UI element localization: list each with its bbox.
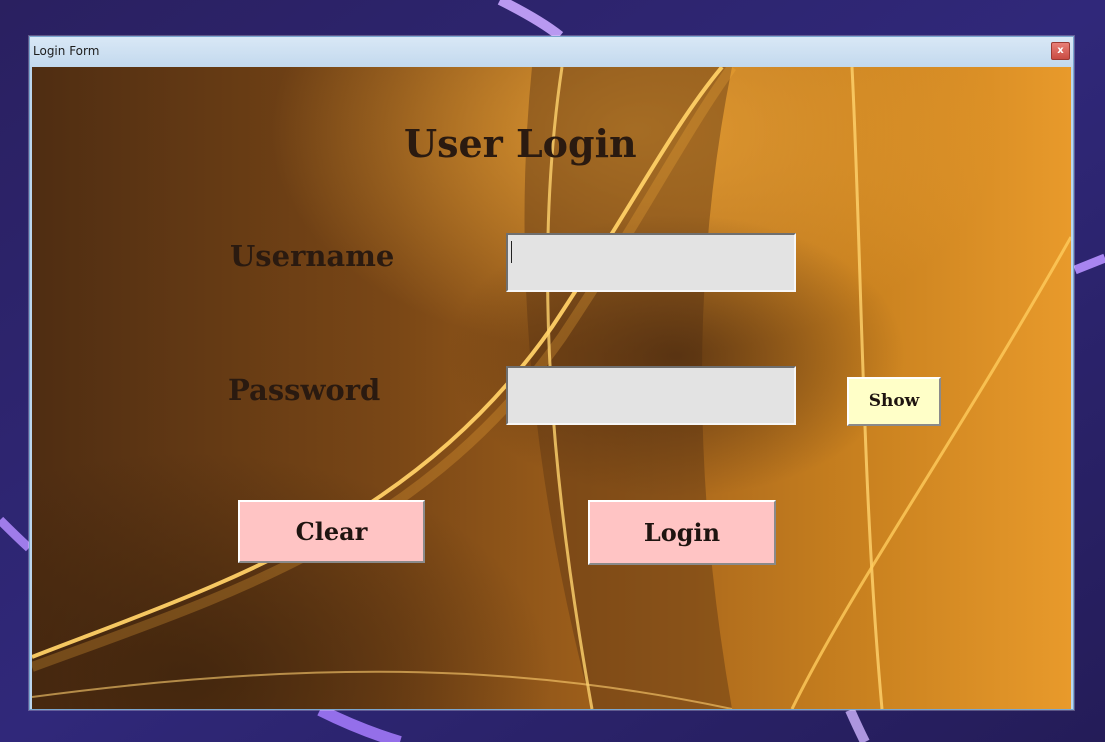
login-form-window: Login Form x User Login Username Passwor…: [29, 36, 1074, 710]
title-bar[interactable]: Login Form x: [30, 37, 1073, 67]
form-client-area: User Login Username Password Show Clear …: [32, 67, 1071, 709]
password-label: Password: [228, 373, 381, 407]
close-icon: x: [1057, 45, 1064, 56]
show-password-button[interactable]: Show: [847, 377, 941, 426]
clear-button[interactable]: Clear: [238, 500, 425, 563]
username-label: Username: [230, 239, 395, 273]
username-field[interactable]: [506, 233, 796, 292]
window-title: Login Form: [33, 44, 100, 58]
password-field[interactable]: [506, 366, 796, 425]
form-heading: User Login: [404, 121, 637, 166]
close-button[interactable]: x: [1051, 42, 1070, 60]
desktop: Login Form x User Login Username Passwor…: [0, 0, 1105, 742]
login-button[interactable]: Login: [588, 500, 776, 565]
text-caret: [511, 241, 512, 263]
